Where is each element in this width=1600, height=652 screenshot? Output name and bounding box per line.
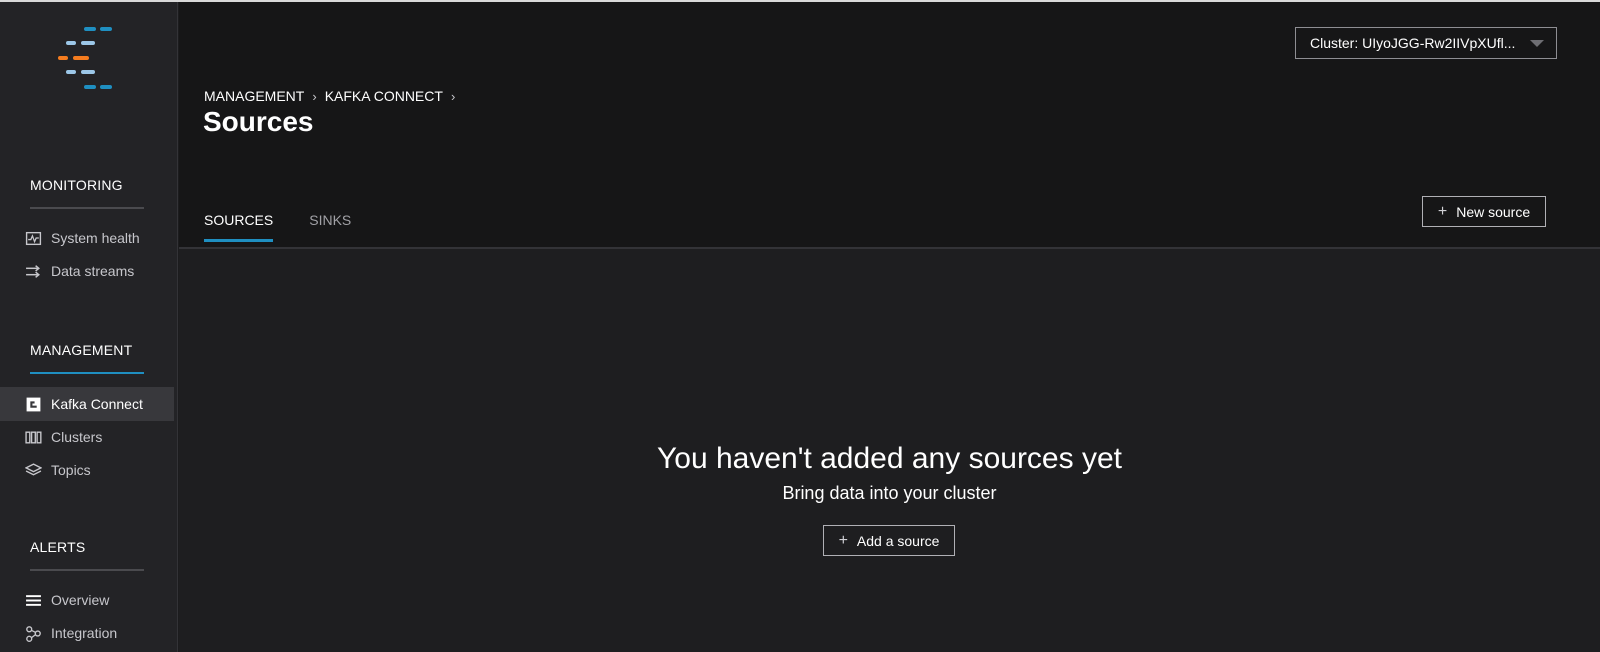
sidebar-item-clusters[interactable]: Clusters: [0, 420, 174, 454]
integration-icon: [24, 624, 42, 642]
page-title: Sources: [203, 106, 314, 137]
arrows-swap-icon: [24, 262, 42, 280]
pulse-chart-icon: [24, 229, 42, 247]
sidebar-item-label: Clusters: [51, 429, 103, 445]
new-source-button[interactable]: + New source: [1422, 196, 1546, 227]
sidebar-item-kafka-connect[interactable]: Kafka Connect: [0, 387, 174, 421]
cluster-select[interactable]: Cluster: UIyoJGG-Rw2IIVpXUfl...: [1295, 27, 1557, 59]
main-content: Cluster: UIyoJGG-Rw2IIVpXUfl... MANAGEME…: [179, 2, 1600, 652]
section-monitoring-title: MONITORING: [30, 177, 123, 193]
sidebar-item-label: System health: [51, 230, 140, 246]
sidebar-item-label: Overview: [51, 592, 110, 608]
chevron-right-icon: ›: [450, 88, 456, 104]
sidebar-item-label: Integration: [51, 625, 118, 641]
tab-bar: SOURCES SINKS: [204, 212, 387, 242]
section-divider-active: [30, 372, 144, 374]
new-source-label: New source: [1456, 203, 1531, 220]
sidebar-item-system-health[interactable]: System health: [0, 221, 174, 255]
breadcrumb-management[interactable]: MANAGEMENT: [204, 88, 304, 104]
section-alerts-title: ALERTS: [30, 539, 86, 555]
sidebar-item-integration[interactable]: Integration: [0, 616, 174, 650]
plus-icon: +: [838, 531, 848, 549]
tab-sources[interactable]: SOURCES: [204, 212, 274, 242]
menu-lines-icon: [24, 591, 42, 609]
sidebar-item-label: Topics: [51, 462, 91, 478]
add-source-label: Add a source: [856, 532, 940, 549]
sidebar-item-topics[interactable]: Topics: [0, 453, 174, 487]
sidebar: MONITORING System health Data streams MA…: [0, 2, 178, 652]
breadcrumb-kafka-connect[interactable]: KAFKA CONNECT: [325, 88, 443, 104]
sidebar-item-label: Kafka Connect: [51, 396, 143, 412]
layers-icon: [24, 461, 42, 479]
chevron-down-icon: [1530, 40, 1544, 47]
tabs-divider: [179, 247, 1600, 249]
section-divider: [30, 569, 144, 571]
sidebar-item-data-streams[interactable]: Data streams: [0, 254, 174, 288]
plus-icon: +: [1437, 202, 1448, 220]
sidebar-item-overview[interactable]: Overview: [0, 583, 174, 617]
cluster-select-value: Cluster: UIyoJGG-Rw2IIVpXUfl...: [1310, 35, 1516, 51]
page-header: Cluster: UIyoJGG-Rw2IIVpXUfl... MANAGEME…: [179, 2, 1600, 249]
section-management-title: MANAGEMENT: [30, 342, 133, 358]
breadcrumb: MANAGEMENT › KAFKA CONNECT ›: [204, 88, 463, 104]
empty-state-subtitle: Bring data into your cluster: [782, 483, 997, 503]
app-logo[interactable]: [54, 24, 124, 94]
add-source-button[interactable]: + Add a source: [823, 525, 955, 556]
clusters-icon: [24, 428, 42, 446]
sidebar-item-label: Data streams: [51, 263, 135, 279]
tab-sinks[interactable]: SINKS: [309, 212, 351, 242]
section-divider: [30, 207, 144, 209]
chevron-right-icon: ›: [312, 88, 317, 104]
empty-state-title: You haven't added any sources yet: [657, 442, 1122, 475]
connect-icon: [24, 395, 42, 413]
